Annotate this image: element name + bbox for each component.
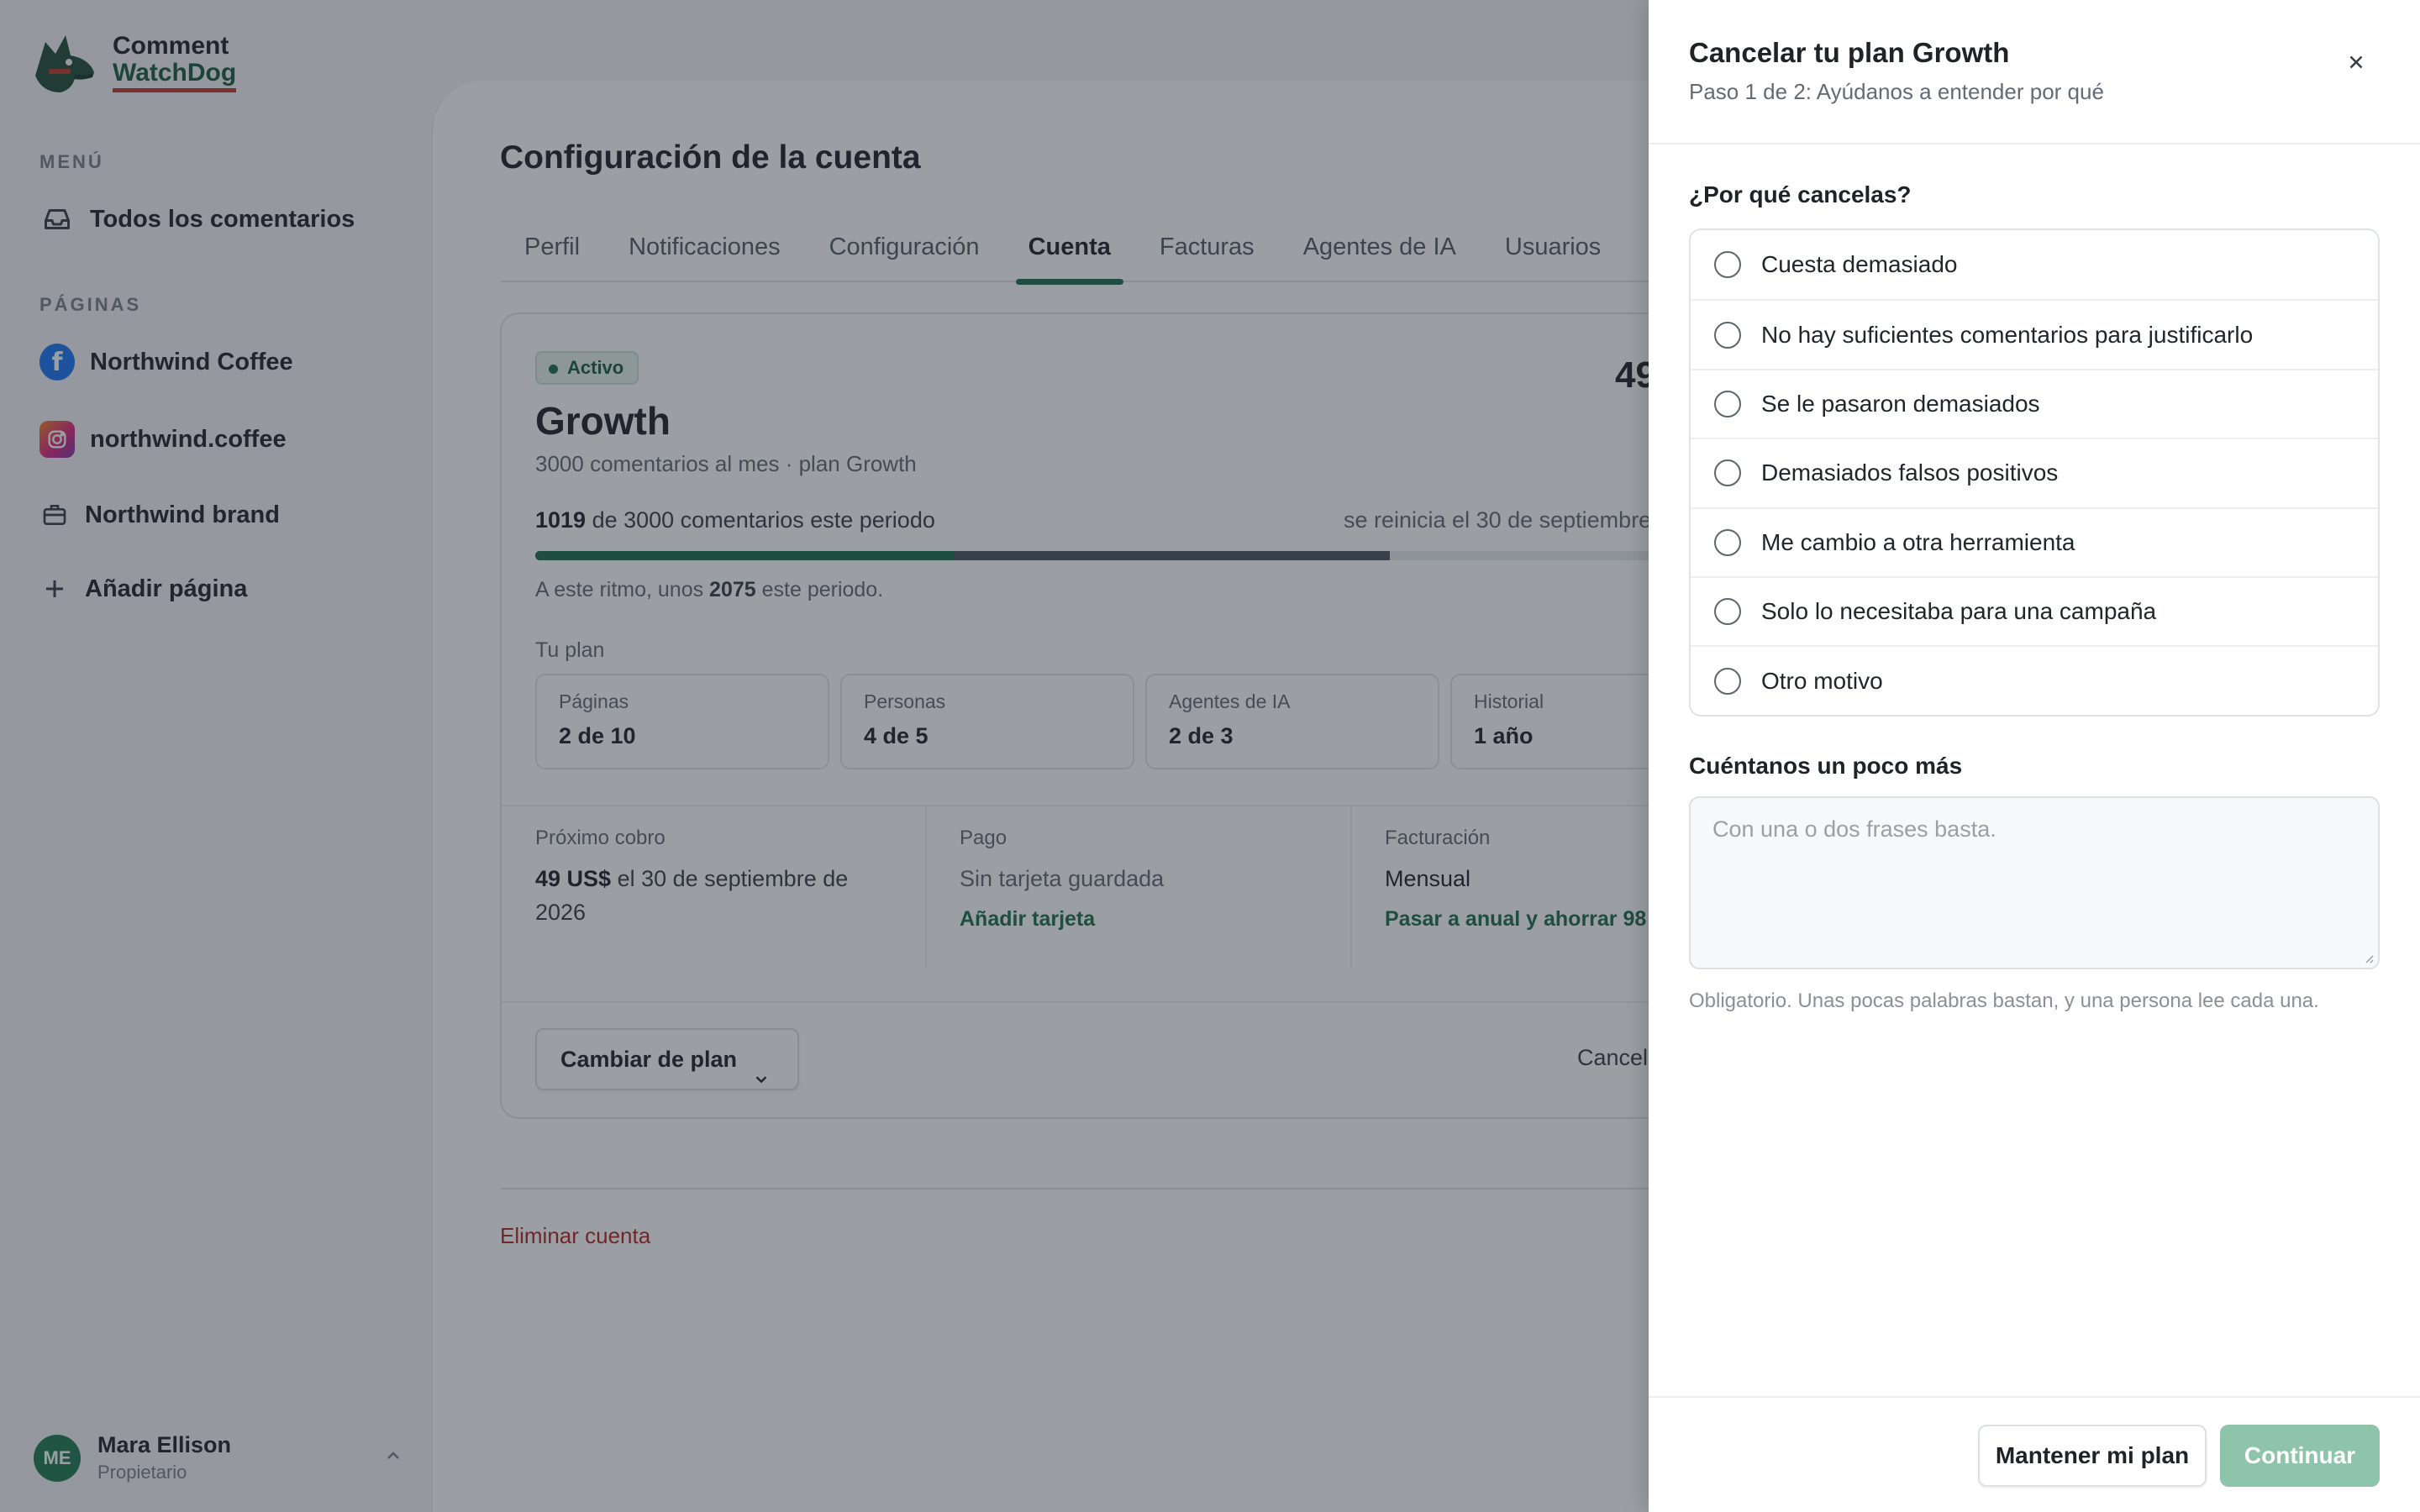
drawer-subtitle: Paso 1 de 2: Ayúdanos a entender por qué bbox=[1689, 79, 2104, 104]
radio-button[interactable] bbox=[1714, 667, 1741, 695]
close-button[interactable] bbox=[2338, 44, 2375, 81]
reason-option-one-campaign[interactable]: Solo lo necesitaba para una campaña bbox=[1691, 575, 2378, 645]
continue-button[interactable]: Continuar bbox=[2220, 1425, 2380, 1487]
reason-label: Se le pasaron demasiados bbox=[1761, 390, 2040, 417]
close-icon bbox=[2349, 55, 2363, 69]
radio-button[interactable] bbox=[1714, 459, 1741, 487]
reason-label: No hay suficientes comentarios para just… bbox=[1761, 321, 2254, 348]
reason-label: Demasiados falsos positivos bbox=[1761, 459, 2059, 486]
reason-question: ¿Por qué cancelas? bbox=[1689, 181, 1912, 207]
reason-options: Cuesta demasiado No hay suficientes come… bbox=[1689, 228, 2380, 717]
reason-option-missed-too-many[interactable]: Se le pasaron demasiados bbox=[1691, 368, 2378, 438]
details-label: Cuéntanos un poco más bbox=[1689, 753, 1963, 779]
divider bbox=[1649, 143, 2420, 144]
details-textarea[interactable]: Con una o dos frases basta. bbox=[1689, 796, 2380, 969]
reason-label: Solo lo necesitaba para una campaña bbox=[1761, 598, 2157, 625]
radio-button[interactable] bbox=[1714, 390, 1741, 417]
divider bbox=[1649, 1396, 2420, 1398]
radio-button[interactable] bbox=[1714, 598, 1741, 626]
modal-backdrop[interactable] bbox=[0, 0, 1649, 1512]
reason-label: Otro motivo bbox=[1761, 667, 1883, 694]
textarea-placeholder: Con una o dos frases basta. bbox=[1712, 816, 1996, 842]
keep-plan-button[interactable]: Mantener mi plan bbox=[1978, 1425, 2207, 1487]
cancel-plan-drawer: Cancelar tu plan Growth Paso 1 de 2: Ayú… bbox=[1649, 0, 2420, 1512]
reason-option-cost[interactable]: Cuesta demasiado bbox=[1691, 230, 2378, 299]
reason-label: Me cambio a otra herramienta bbox=[1761, 528, 2075, 555]
reason-option-false-positives[interactable]: Demasiados falsos positivos bbox=[1691, 438, 2378, 507]
radio-button[interactable] bbox=[1714, 251, 1741, 279]
reason-option-not-enough-comments[interactable]: No hay suficientes comentarios para just… bbox=[1691, 299, 2378, 368]
details-hint: Obligatorio. Unas pocas palabras bastan,… bbox=[1689, 990, 2319, 1012]
reason-option-other[interactable]: Otro motivo bbox=[1691, 645, 2378, 714]
reason-label: Cuesta demasiado bbox=[1761, 251, 1958, 278]
resize-handle-icon[interactable] bbox=[2361, 951, 2375, 964]
reason-option-other-tool[interactable]: Me cambio a otra herramienta bbox=[1691, 507, 2378, 576]
radio-button[interactable] bbox=[1714, 528, 1741, 556]
drawer-title: Cancelar tu plan Growth bbox=[1689, 37, 2010, 68]
radio-button[interactable] bbox=[1714, 321, 1741, 349]
